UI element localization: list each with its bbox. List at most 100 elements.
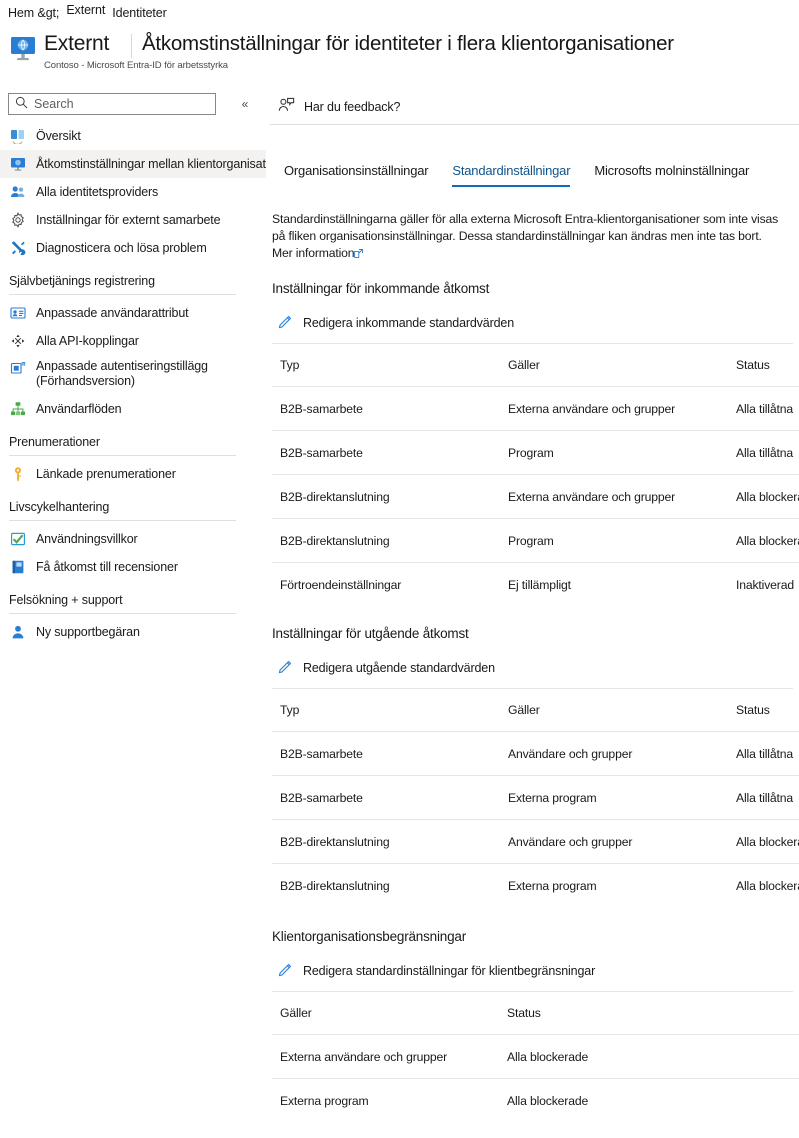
sidebar-item-diagnose-and-solve-problems[interactable]: Diagnosticera och lösa problem: [0, 234, 266, 262]
resource-subtitle: Contoso - Microsoft Entra-ID för arbetss…: [44, 60, 228, 71]
pencil-edit-icon: [278, 962, 293, 980]
section-title: Inställningar för utgående åtkomst: [272, 626, 469, 641]
terms-of-use-check-icon: [9, 530, 27, 548]
chevron-double-left-icon[interactable]: «: [236, 95, 254, 113]
more-info-link[interactable]: Mer information: [272, 246, 364, 263]
edit-tenant-restrictions-label: Redigera standardinställningar för klien…: [303, 964, 596, 978]
feedback-person-icon: [278, 97, 295, 117]
sidebar-group-divider: [9, 613, 236, 614]
cell-status: Alla tillåtna: [728, 731, 799, 776]
tab-microsoft-cloud-settings[interactable]: Microsofts molninställningar: [582, 163, 761, 187]
tenant-restrictions-table: Gäller Status Externa användare och grup…: [272, 992, 799, 1122]
breadcrumb-item-home[interactable]: Hem &gt;: [8, 6, 59, 20]
column-header-typ: Typ: [272, 689, 500, 732]
sidebar-item-label: Översikt: [36, 128, 81, 143]
breadcrumb-item-identities[interactable]: Identiteter: [112, 6, 167, 20]
sidebar: Search « Översikt Åtkomstinställningar m…: [0, 86, 293, 1138]
page-header: Externt Contoso - Microsoft Entra-ID för…: [0, 30, 799, 78]
sidebar-item-label: Ny supportbegäran: [36, 624, 140, 639]
command-bar-divider: [270, 124, 799, 125]
main-content: Har du feedback? Organisationsinställnin…: [266, 86, 799, 1138]
sidebar-item-oversikt[interactable]: Översikt: [0, 122, 266, 150]
sidebar-group-title: Felsökning + support: [9, 593, 123, 607]
table-row[interactable]: B2B-direktanslutning Externa användare o…: [272, 474, 799, 519]
sidebar-item-new-support-request[interactable]: Ny supportbegäran: [0, 618, 266, 646]
search-placeholder: Search: [34, 97, 74, 111]
sidebar-item-linked-subscriptions[interactable]: Länkade prenumerationer: [0, 460, 266, 488]
sidebar-group-divider: [9, 455, 236, 456]
breadcrumb-item-external[interactable]: Externt: [66, 3, 105, 17]
cell-status: Alla blockerade: [728, 474, 799, 519]
tab-bar: Organisationsinställningar Standardinstä…: [272, 163, 761, 187]
header-divider: [131, 34, 132, 58]
table-row[interactable]: B2B-samarbete Externa användare och grup…: [272, 386, 799, 431]
sidebar-item-label: Inställningar för externt samarbete: [36, 212, 221, 227]
cell-typ: B2B-samarbete: [272, 430, 500, 475]
edit-outbound-defaults-button[interactable]: Redigera utgående standardvärden: [266, 657, 799, 679]
inbound-settings-table: Typ Gäller Status B2B-samarbete Externa …: [272, 344, 799, 606]
table-row[interactable]: B2B-direktanslutning Program Alla blocke…: [272, 518, 799, 563]
column-header-status: Status: [499, 992, 799, 1035]
table-header-row: Typ Gäller Status: [272, 689, 799, 732]
cell-status: Alla blockerade: [499, 1034, 799, 1079]
sidebar-nav: Översikt Åtkomstinställningar mellan kli…: [0, 122, 293, 646]
tab-organization-settings[interactable]: Organisationsinställningar: [272, 163, 440, 187]
cell-galler: Ej tillämpligt: [508, 577, 571, 592]
cross-tenant-monitor-icon: [9, 155, 27, 173]
search-input[interactable]: Search: [8, 93, 216, 115]
sidebar-item-label: Länkade prenumerationer: [36, 466, 176, 481]
external-link-icon: [354, 246, 364, 263]
sidebar-item-cross-tenant-access-settings[interactable]: Åtkomstinställningar mellan klientorgani…: [0, 150, 293, 178]
sidebar-item-custom-user-attributes[interactable]: Anpassade användarattribut: [0, 299, 266, 327]
sidebar-item-user-flows[interactable]: Användarflöden: [0, 395, 266, 423]
overview-icon: [9, 127, 27, 145]
table-row[interactable]: B2B-direktanslutning Användare och grupp…: [272, 819, 799, 864]
table-row[interactable]: Externa användare och grupper Alla block…: [272, 1034, 799, 1079]
pencil-edit-icon: [278, 314, 293, 332]
cell-galler: Användare och grupper: [500, 731, 728, 776]
feedback-button[interactable]: Har du feedback?: [278, 94, 400, 120]
table-row[interactable]: B2B-samarbete Externa program Alla tillå…: [272, 775, 799, 820]
cell-status: Alla tillåtna: [728, 775, 799, 820]
table-row[interactable]: Externa program Alla blockerade: [272, 1079, 799, 1123]
cell-status: Alla tillåtna: [728, 386, 799, 431]
sidebar-group-divider: [9, 294, 236, 295]
edit-tenant-restrictions-defaults-button[interactable]: Redigera standardinställningar för klien…: [266, 960, 799, 982]
sidebar-item-label: Åtkomstinställningar mellan klientorgani…: [36, 156, 293, 171]
description-body: Standardinställningarna gäller för alla …: [272, 212, 779, 243]
outbound-settings-table: Typ Gäller Status B2B-samarbete Användar…: [272, 689, 799, 907]
column-header-typ: Typ: [272, 344, 500, 387]
resource-title: Externt: [44, 32, 110, 55]
cell-galler: Externa användare och grupper: [500, 474, 728, 519]
support-person-icon: [9, 623, 27, 641]
page-title: Åtkomstinställningar för identiteter i f…: [142, 32, 674, 55]
sidebar-item-external-collaboration-settings[interactable]: Inställningar för externt samarbete: [0, 206, 266, 234]
troubleshoot-tools-icon: [9, 239, 27, 257]
table-row[interactable]: Förtroendeinställningar Ej tillämpligt I…: [272, 563, 799, 607]
key-icon: [9, 465, 27, 483]
sidebar-item-access-reviews[interactable]: Få åtkomst till recensioner: [0, 553, 266, 581]
edit-inbound-defaults-label: Redigera inkommande standardvärden: [303, 316, 515, 330]
user-attributes-icon: [9, 304, 27, 322]
edit-outbound-defaults-label: Redigera utgående standardvärden: [303, 661, 495, 675]
sidebar-item-all-api-connectors[interactable]: Alla API-kopplingar: [0, 327, 266, 355]
table-row[interactable]: B2B-samarbete Program Alla tillåtna: [272, 430, 799, 475]
cell-status: Alla blockerade: [507, 1093, 589, 1108]
sidebar-group-troubleshooting-support: Felsökning + support: [0, 581, 266, 609]
section-title: Inställningar för inkommande åtkomst: [272, 281, 490, 296]
cell-typ: B2B-direktanslutning: [280, 878, 390, 893]
table-row[interactable]: B2B-direktanslutning Externa program All…: [272, 864, 799, 908]
sidebar-item-all-identity-providers[interactable]: Alla identitetsproviders: [0, 178, 266, 206]
cell-typ: Förtroendeinställningar: [280, 577, 402, 592]
access-reviews-book-icon: [9, 558, 27, 576]
cell-status: Inaktiverad: [736, 577, 794, 592]
sidebar-group-title: Prenumerationer: [9, 435, 100, 449]
sidebar-item-custom-authentication-extensions[interactable]: Anpassade autentiseringstillägg (Förhand…: [0, 355, 266, 395]
table-row[interactable]: B2B-samarbete Användare och grupper Alla…: [272, 731, 799, 776]
edit-inbound-defaults-button[interactable]: Redigera inkommande standardvärden: [266, 312, 799, 334]
column-header-galler: Gäller: [272, 992, 499, 1035]
sidebar-item-terms-of-use[interactable]: Användningsvillkor: [0, 525, 266, 553]
more-info-label: Mer information: [272, 246, 355, 260]
tab-default-settings[interactable]: Standardinställningar: [440, 163, 582, 187]
sidebar-item-label: Användarflöden: [36, 401, 122, 416]
